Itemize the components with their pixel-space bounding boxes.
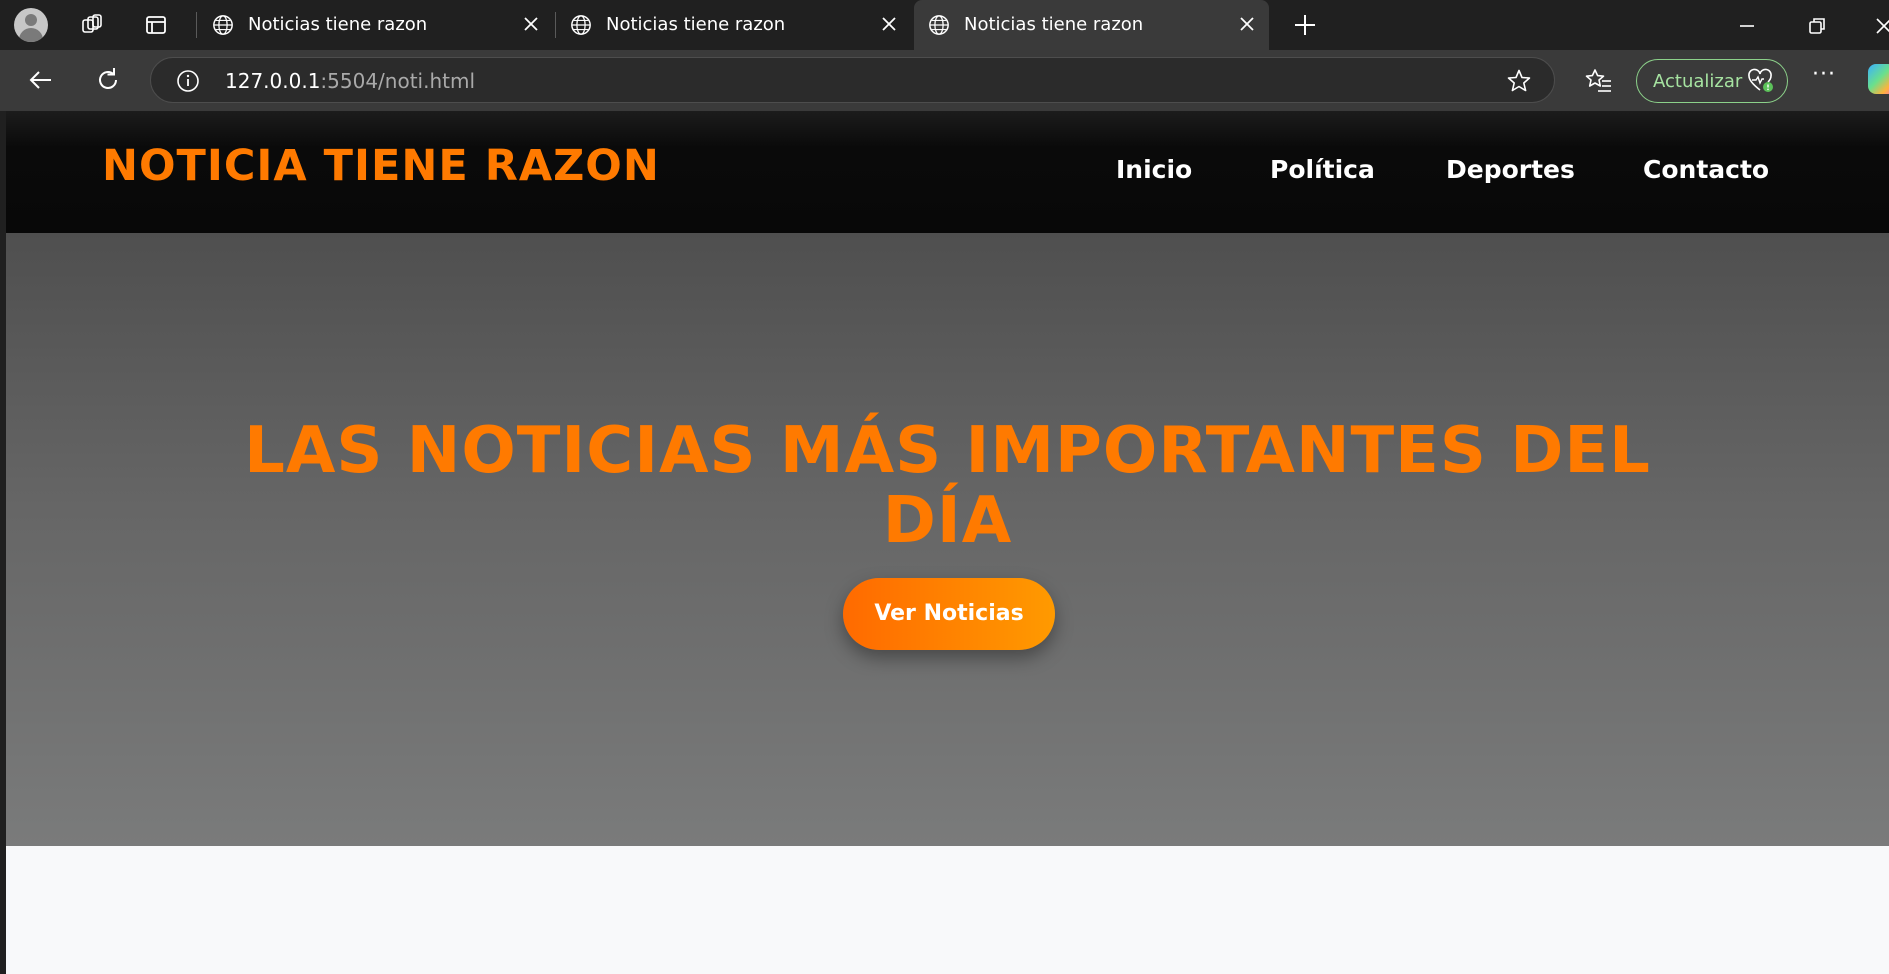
favorites-icon[interactable]: [1585, 67, 1613, 95]
restore-icon[interactable]: [1805, 14, 1829, 38]
hero-title: LAS NOTICIAS MÁS IMPORTANTES DEL DÍA: [6, 416, 1889, 556]
back-arrow-icon[interactable]: [26, 65, 56, 95]
avatar-head: [25, 14, 37, 26]
hero-title-line: LAS NOTICIAS MÁS IMPORTANTES DEL: [244, 413, 1651, 488]
more-options-button[interactable]: ···: [1812, 64, 1838, 90]
nav-link-deportes[interactable]: Deportes: [1446, 155, 1575, 184]
window-close-icon[interactable]: [1872, 14, 1889, 38]
workspaces-icon[interactable]: [80, 13, 104, 37]
tab-title: Noticias tiene razon: [964, 14, 1144, 35]
update-button[interactable]: Actualizar: [1636, 59, 1788, 103]
url-host: 127.0.0.1: [225, 69, 321, 93]
globe-icon: [929, 15, 949, 35]
copilot-icon[interactable]: [1868, 64, 1889, 94]
nav-link-contacto[interactable]: Contacto: [1643, 155, 1769, 184]
tab-actions-icon[interactable]: [144, 13, 168, 37]
globe-icon: [213, 15, 233, 35]
nav-link-politica[interactable]: Política: [1270, 155, 1375, 184]
refresh-icon[interactable]: [93, 65, 123, 95]
close-icon[interactable]: [879, 14, 899, 34]
profile-avatar[interactable]: [14, 8, 48, 42]
info-icon[interactable]: [176, 69, 200, 93]
browser-tab-active[interactable]: Noticias tiene razon: [914, 0, 1269, 50]
hero-title-line: DÍA: [882, 483, 1013, 558]
new-tab-icon[interactable]: [1292, 12, 1318, 38]
address-bar[interactable]: 127.0.0.1:5504/noti.html: [150, 57, 1555, 103]
url-text[interactable]: 127.0.0.1:5504/noti.html: [225, 69, 475, 93]
close-icon[interactable]: [1237, 14, 1257, 34]
site-header: NOTICIA TIENE RAZON Inicio Política Depo…: [6, 111, 1889, 233]
globe-icon: [571, 15, 591, 35]
browser-toolbar: 127.0.0.1:5504/noti.html Actualizar ···: [0, 50, 1889, 111]
tab-title: Noticias tiene razon: [248, 14, 428, 35]
url-path: :5504/noti.html: [320, 69, 476, 93]
hero-section: LAS NOTICIAS MÁS IMPORTANTES DEL DÍA Ver…: [6, 233, 1889, 846]
avatar-body: [19, 28, 43, 42]
content-section: [6, 846, 1889, 974]
close-icon[interactable]: [521, 14, 541, 34]
tab-strip: Noticias tiene razon Noticias tiene razo…: [0, 0, 1889, 50]
favorite-star-icon[interactable]: [1506, 68, 1532, 94]
page-viewport: NOTICIA TIENE RAZON Inicio Política Depo…: [6, 111, 1889, 974]
ver-noticias-button[interactable]: Ver Noticias: [843, 578, 1055, 650]
browser-tab[interactable]: Noticias tiene razon: [556, 0, 911, 50]
tab-title: Noticias tiene razon: [606, 14, 786, 35]
site-logo[interactable]: NOTICIA TIENE RAZON: [102, 141, 660, 191]
tab-separator: [196, 12, 197, 38]
nav-link-inicio[interactable]: Inicio: [1116, 155, 1192, 184]
minimize-icon[interactable]: [1735, 14, 1759, 38]
browser-tab[interactable]: Noticias tiene razon: [198, 0, 553, 50]
update-label: Actualizar: [1653, 71, 1743, 92]
browser-essentials-heart-icon: [1748, 68, 1773, 92]
